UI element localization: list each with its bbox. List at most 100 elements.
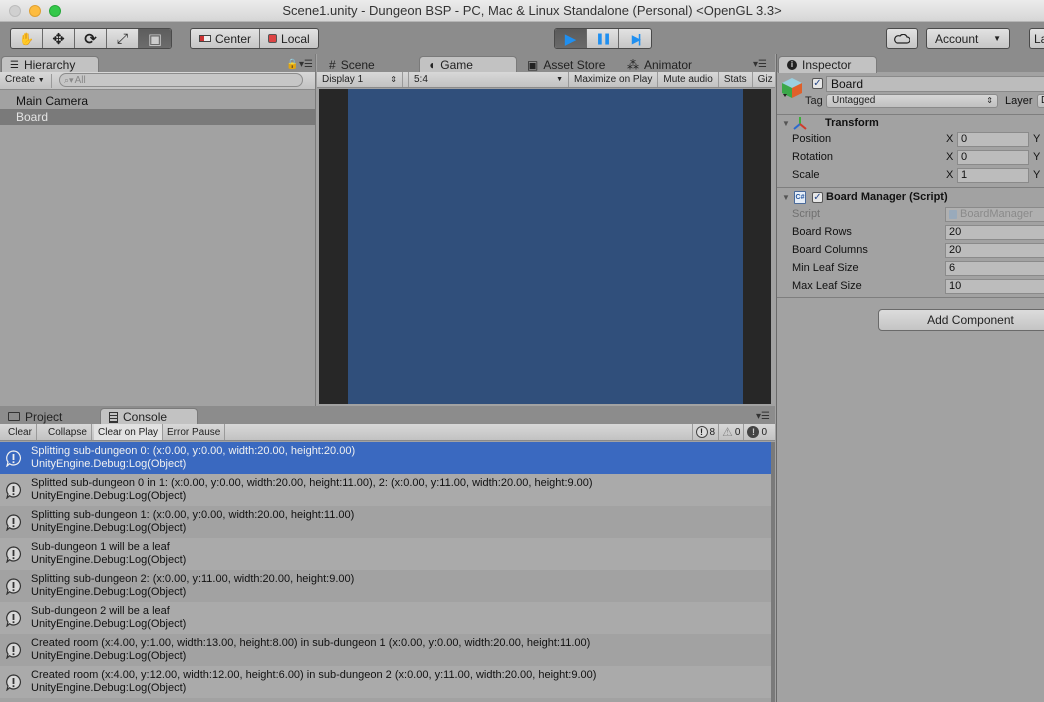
script-reference-field[interactable]: BoardManager	[945, 207, 1044, 222]
lock-icon[interactable]: 🔒	[286, 59, 298, 70]
tab-asset-store[interactable]: ▣ Asset Store	[519, 56, 613, 73]
create-dropdown[interactable]: Create ▼	[5, 74, 52, 88]
hand-tool-button[interactable]: ✋	[11, 29, 43, 48]
warning-count-toggle[interactable]: ⚠ 0	[718, 424, 743, 440]
game-viewport[interactable]	[319, 89, 771, 404]
console-log-entry[interactable]: Splitting sub-dungeon 2: (x:0.00, y:11.0…	[0, 570, 771, 602]
layer-select[interactable]: D	[1037, 94, 1044, 108]
board-rows-input[interactable]: 20	[945, 225, 1044, 240]
clear-button[interactable]: Clear	[4, 424, 37, 440]
tag-select[interactable]: Untagged ⇕	[826, 94, 998, 108]
rect-icon: ▣	[147, 30, 163, 48]
tab-scene[interactable]: # Scene	[321, 56, 383, 73]
clear-on-play-toggle[interactable]: Clear on Play	[94, 424, 164, 440]
folder-icon	[8, 412, 20, 421]
pivot-label: Center	[215, 31, 252, 46]
pause-button[interactable]: ❚❚	[587, 29, 619, 48]
min-leaf-size-input[interactable]: 6	[945, 261, 1044, 276]
panel-menu-icon[interactable]: ▾☰	[756, 411, 770, 422]
tab-console[interactable]: Console	[100, 408, 198, 425]
game-toolbar: Display 1 ⇕ 5:4 ▼ Maximize on Play Mute …	[317, 72, 775, 88]
button-label: Clear	[8, 426, 32, 438]
info-bubble-icon	[6, 578, 22, 595]
log-stack-trace: UnityEngine.Debug:Log(Object)	[31, 650, 187, 662]
info-bubble-icon	[6, 674, 22, 691]
max-leaf-size-input[interactable]: 10	[945, 279, 1044, 294]
tab-game[interactable]: ◖ Game	[419, 56, 517, 73]
field-value: 10	[949, 280, 962, 292]
hierarchy-panel: ☰ Hierarchy 🔒 ▾☰ Create ▼ ⌕▾ All Main Ca…	[0, 54, 316, 406]
rect-tool-button[interactable]: ▣	[139, 29, 171, 48]
add-component-button[interactable]: Add Component	[878, 309, 1044, 331]
hierarchy-search-input[interactable]: ⌕▾ All	[59, 73, 303, 87]
scale-icon: ⤢	[116, 30, 129, 46]
tag-value: Untagged	[832, 95, 876, 106]
play-icon: ▶	[564, 30, 577, 48]
board-rows-label: Board Rows	[792, 226, 852, 238]
divider	[777, 187, 1044, 188]
panel-menu-icon[interactable]: ▾☰	[299, 59, 313, 70]
console-log-list: Splitting sub-dungeon 0: (x:0.00, y:0.00…	[0, 442, 771, 698]
toggle-label: Giz	[757, 74, 773, 85]
console-log-entry[interactable]: Splitting sub-dungeon 0: (x:0.00, y:0.00…	[0, 442, 771, 474]
display-select[interactable]: Display 1 ⇕	[317, 72, 403, 87]
log-stack-trace: UnityEngine.Debug:Log(Object)	[31, 618, 187, 630]
active-checkbox[interactable]: ✓	[812, 78, 823, 89]
button-label: Clear on Play	[98, 426, 159, 438]
collapse-toggle[interactable]: Collapse	[44, 424, 92, 440]
play-button[interactable]: ▶	[555, 29, 587, 48]
console-scrollbar[interactable]	[771, 442, 775, 702]
console-log-entry[interactable]: Sub-dungeon 2 will be a leaf UnityEngine.…	[0, 602, 771, 634]
layer-label: Layer	[1005, 95, 1033, 107]
board-columns-input[interactable]: 20	[945, 243, 1044, 258]
pivot-local-button[interactable]: Local	[260, 29, 318, 48]
pivot-center-button[interactable]: Center	[191, 29, 261, 48]
tab-hierarchy[interactable]: ☰ Hierarchy	[1, 56, 99, 73]
tab-inspector[interactable]: i Inspector	[778, 56, 877, 73]
rotate-tool-button[interactable]: ⟳	[75, 29, 107, 48]
position-label: Position	[792, 133, 832, 145]
scale-tool-button[interactable]: ⤢	[107, 29, 139, 48]
tab-animator[interactable]: ⁂ Animator	[619, 56, 700, 73]
axis-label: Y	[1033, 151, 1041, 163]
mute-audio-toggle[interactable]: Mute audio	[658, 72, 719, 87]
layers-dropdown[interactable]: La	[1030, 29, 1044, 48]
log-counts: ! 8 ⚠ 0 ! 0	[691, 424, 770, 440]
hierarchy-item-board[interactable]: Board	[0, 109, 315, 125]
tab-label: Project	[25, 409, 63, 424]
info-count-toggle[interactable]: ! 8	[691, 424, 719, 440]
scale-x-input[interactable]: 1	[957, 168, 1029, 183]
info-count: 8	[709, 426, 716, 438]
hierarchy-item-main-camera[interactable]: Main Camera	[0, 93, 315, 109]
aspect-select[interactable]: 5:4 ▼	[409, 72, 569, 87]
console-log-entry[interactable]: Splitting sub-dungeon 1: (x:0.00, y:0.00…	[0, 506, 771, 538]
error-pause-toggle[interactable]: Error Pause	[163, 424, 226, 440]
component-enabled-checkbox[interactable]: ✓	[812, 192, 823, 203]
tag-label: Tag	[805, 95, 823, 107]
step-button[interactable]: ▶|	[619, 29, 651, 48]
gizmos-toggle[interactable]: Giz	[753, 72, 773, 87]
console-log-entry[interactable]: Created room (x:4.00, y:12.00, width:12.…	[0, 666, 771, 698]
panel-menu-icon[interactable]: ▾☰	[753, 59, 767, 70]
board-manager-header[interactable]: ▼ C# ✓ Board Manager (Script)	[777, 190, 1044, 206]
tab-project[interactable]: Project	[0, 408, 70, 425]
position-x-input[interactable]: 0	[957, 132, 1029, 147]
console-log-entry[interactable]: Splitted sub-dungeon 0 in 1: (x:0.00, y:…	[0, 474, 771, 506]
search-icon: ⌕▾	[64, 74, 74, 85]
account-dropdown[interactable]: Account ▼	[927, 29, 1009, 48]
field-value: 1	[961, 169, 968, 181]
stats-toggle[interactable]: Stats	[719, 72, 753, 87]
log-message: Splitting sub-dungeon 1: (x:0.00, y:0.00…	[31, 509, 355, 521]
console-log-entry[interactable]: Created room (x:4.00, y:1.00, width:13.0…	[0, 634, 771, 666]
item-label: Main Camera	[16, 94, 89, 108]
maximize-on-play-toggle[interactable]: Maximize on Play	[569, 72, 659, 87]
error-count-toggle[interactable]: ! 0	[743, 424, 770, 440]
rotation-x-input[interactable]: 0	[957, 150, 1029, 165]
transform-tools: ✋ ✥ ⟳ ⤢ ▣	[10, 28, 172, 49]
object-name-input[interactable]: Board	[826, 76, 1044, 92]
cloud-button[interactable]	[887, 29, 917, 48]
transform-header[interactable]: ▼ Transform	[777, 116, 1044, 132]
move-tool-button[interactable]: ✥	[43, 29, 75, 48]
tab-label: Hierarchy	[23, 58, 76, 72]
console-log-entry[interactable]: Sub-dungeon 1 will be a leaf UnityEngine.…	[0, 538, 771, 570]
